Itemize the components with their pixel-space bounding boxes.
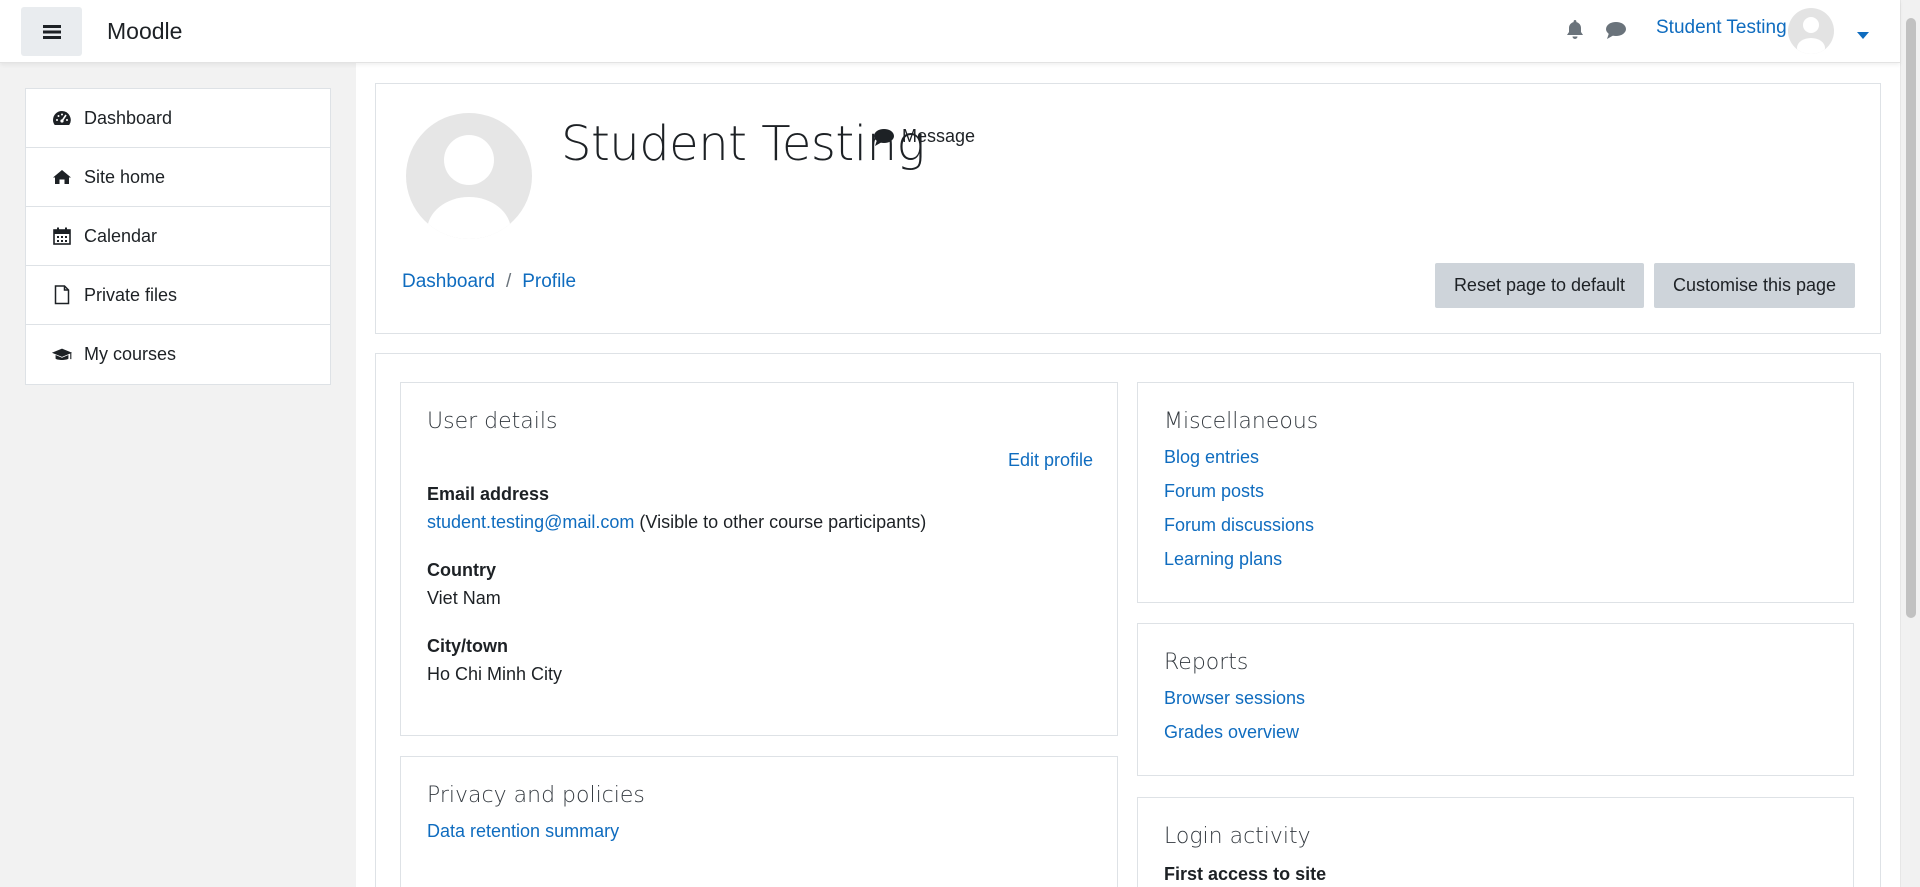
reset-page-button[interactable]: Reset page to default [1435, 263, 1644, 308]
calendar-icon [51, 227, 73, 245]
first-access-label: First access to site [1164, 864, 1327, 884]
section-title: Miscellaneous [1164, 409, 1319, 434]
default-user-icon [427, 135, 511, 239]
section-title: Privacy and policies [427, 783, 645, 808]
default-user-icon [1797, 17, 1825, 54]
privacy-block: Privacy and policies Data retention summ… [400, 756, 1118, 887]
page-scrollbar[interactable] [1900, 0, 1920, 887]
menu-toggle-button[interactable] [21, 7, 82, 56]
grades-overview-link[interactable]: Grades overview [1164, 715, 1305, 749]
file-icon [51, 285, 73, 305]
user-avatar[interactable] [1788, 8, 1834, 54]
reports-block: Reports Browser sessions Grades overview [1137, 623, 1854, 776]
miscellaneous-block: Miscellaneous Blog entries Forum posts F… [1137, 382, 1854, 603]
graduation-cap-icon [51, 347, 73, 363]
forum-posts-link[interactable]: Forum posts [1164, 474, 1314, 508]
profile-picture [406, 113, 532, 239]
browser-sessions-link[interactable]: Browser sessions [1164, 681, 1305, 715]
messages-button[interactable] [1606, 21, 1626, 44]
breadcrumb-dashboard[interactable]: Dashboard [402, 271, 495, 293]
data-retention-link[interactable]: Data retention summary [427, 814, 619, 848]
email-label: Email address [427, 484, 550, 504]
section-title: User details [427, 409, 558, 434]
message-button[interactable]: Message [874, 126, 975, 147]
scrollbar-thumb[interactable] [1906, 18, 1916, 618]
message-label: Message [902, 126, 976, 146]
breadcrumb-profile[interactable]: Profile [522, 271, 576, 293]
country-label: Country [427, 560, 496, 580]
caret-down-icon [1857, 32, 1869, 39]
learning-plans-link[interactable]: Learning plans [1164, 542, 1314, 576]
nav-drawer: Dashboard Site home Calendar Private fil… [25, 88, 331, 385]
page-header: Student Testing Message Dashboard / Prof… [375, 83, 1881, 334]
sidebar-item-dashboard[interactable]: Dashboard [26, 89, 330, 148]
miscellaneous-links: Blog entries Forum posts Forum discussio… [1164, 440, 1314, 576]
sidebar-item-site-home[interactable]: Site home [26, 148, 330, 207]
edit-profile-link[interactable]: Edit profile [1008, 450, 1093, 471]
dashboard-icon [51, 110, 73, 126]
customise-page-button[interactable]: Customise this page [1654, 263, 1855, 308]
privacy-links: Data retention summary [427, 814, 619, 848]
sidebar-item-calendar[interactable]: Calendar [26, 207, 330, 266]
breadcrumb-separator: / [505, 271, 512, 292]
blog-entries-link[interactable]: Blog entries [1164, 440, 1314, 474]
user-menu-dropdown[interactable] [1857, 24, 1869, 45]
page-title: Student Testing [561, 116, 925, 172]
city-value: Ho Chi Minh City [427, 664, 563, 684]
site-brand[interactable]: Moodle [107, 18, 182, 45]
sidebar-item-label: My courses [84, 344, 177, 364]
breadcrumb: Dashboard / Profile [402, 271, 576, 293]
top-navbar: Moodle Student Testing [0, 0, 1900, 63]
sidebar-item-label: Calendar [84, 225, 158, 246]
login-activity-block: Login activity First access to site [1137, 797, 1854, 887]
chat-icon [1606, 22, 1626, 39]
user-details-block: User details Edit profile Email address … [400, 382, 1118, 736]
user-menu-name[interactable]: Student Testing [1656, 17, 1787, 39]
email-row: student.testing@mail.com (Visible to oth… [427, 512, 926, 533]
sidebar-item-label: Private files [84, 284, 178, 305]
forum-discussions-link[interactable]: Forum discussions [1164, 508, 1314, 542]
sidebar-item-label: Site home [84, 166, 166, 187]
section-title: Reports [1164, 650, 1249, 675]
hamburger-icon [42, 24, 61, 39]
city-label: City/town [427, 636, 508, 656]
home-icon [51, 169, 73, 185]
notifications-button[interactable] [1566, 20, 1584, 45]
sidebar-item-private-files[interactable]: Private files [26, 266, 330, 325]
sidebar-item-my-courses[interactable]: My courses [26, 325, 330, 384]
email-link[interactable]: student.testing@mail.com [427, 512, 634, 532]
sidebar-item-label: Dashboard [84, 107, 173, 128]
country-value: Viet Nam [427, 588, 501, 608]
email-visibility-note: (Visible to other course participants) [639, 512, 927, 532]
chat-icon [874, 128, 894, 146]
reports-links: Browser sessions Grades overview [1164, 681, 1305, 749]
section-title: Login activity [1164, 824, 1311, 849]
bell-icon [1567, 20, 1583, 39]
